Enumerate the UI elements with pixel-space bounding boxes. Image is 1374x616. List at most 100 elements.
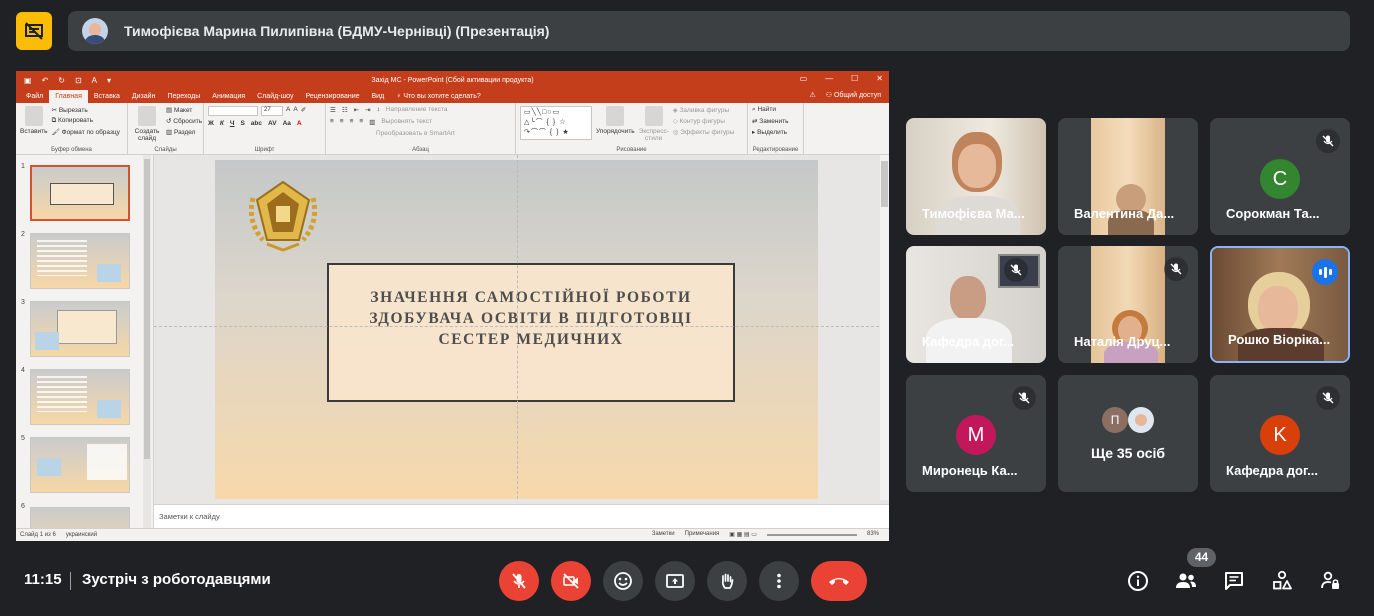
chat-button[interactable] [1222, 569, 1246, 593]
presenter-avatar [82, 18, 108, 44]
strike-icon: abc [250, 120, 262, 127]
guide-vertical [517, 155, 518, 499]
slide-thumbnail-2 [30, 233, 130, 289]
info-icon [1128, 571, 1148, 591]
more-options-button[interactable] [759, 561, 799, 601]
shrink-font-icon: A [293, 106, 298, 113]
group-name-font: Шрифт [254, 147, 275, 153]
font-family-box [208, 106, 258, 116]
present-off-icon [25, 22, 43, 40]
participant-avatar: M [956, 415, 996, 455]
participant-name: Тимофієва Ма... [922, 206, 1025, 221]
close-icon: ✕ [876, 74, 883, 83]
indent-decrease-icon: ⇤ [353, 107, 360, 114]
emoji-icon [614, 572, 632, 590]
thumb-number: 3 [21, 299, 25, 306]
align-left-icon: ≡ [330, 118, 334, 125]
participant-tile[interactable]: Кафедра дог... [906, 246, 1046, 363]
group-name-clipboard: Буфер обмена [51, 147, 92, 153]
slide-title: ЗНАЧЕННЯ САМОСТІЙНОЇ РОБОТИ ЗДОБУВАЧА ОС… [369, 289, 693, 348]
minimize-icon: — [825, 74, 834, 83]
numbering-icon: ☷ [341, 107, 348, 114]
group-name-slides: Слайды [154, 147, 177, 153]
zoom-slider [766, 534, 857, 536]
presentation-indicator[interactable] [16, 12, 52, 50]
meeting-title: Зустріч з роботодавцями [82, 571, 271, 588]
tab-design: Дизайн [131, 93, 156, 100]
host-controls-button[interactable] [1318, 569, 1342, 593]
participant-tile-speaking[interactable]: Рошко Віоріка... [1210, 246, 1350, 363]
meeting-details-button[interactable] [1126, 569, 1150, 593]
tab-review: Рецензирование [305, 93, 360, 100]
tab-insert: Вставка [93, 93, 120, 100]
lock-person-icon [1321, 571, 1339, 589]
participant-tile[interactable]: M Миронець Ка... [906, 375, 1046, 492]
participant-name: Миронець Ка... [922, 463, 1018, 478]
participant-tile[interactable]: Тимофієва Ма... [906, 118, 1046, 235]
more-participants-tile[interactable]: П Ще 35 осіб [1058, 375, 1198, 492]
mic-off-icon [1164, 257, 1188, 281]
quick-styles-icon [644, 106, 663, 126]
tab-home: Главная [49, 90, 88, 103]
participant-avatar: C [1260, 159, 1300, 199]
slide-thumbnail-3 [30, 301, 130, 357]
thumb-number: 4 [21, 367, 25, 374]
comments-toggle: Примечания [684, 531, 720, 537]
italic-icon: К [219, 120, 224, 127]
leave-call-button[interactable] [811, 561, 867, 601]
smartart-button: Преобразовать в SmartArt [376, 130, 455, 137]
participant-tile[interactable]: C Сорокман Та... [1210, 118, 1350, 235]
participant-tile[interactable]: K Кафедра дог... [1210, 375, 1350, 492]
tab-transitions: Переходы [167, 93, 201, 100]
mic-off-icon [1316, 386, 1340, 410]
view-buttons: ▣ ▦ ▤ ▭ [729, 532, 757, 538]
divider [70, 572, 71, 590]
paste-icon [24, 106, 43, 126]
align-right-icon: ≡ [349, 118, 354, 125]
ribbon-group-paragraph: ☰ ☷ ⇤ ⇥ ↕ Направление текста ≡ ≡ ≡ ≡ ▥ В… [326, 103, 516, 154]
camera-toggle-button[interactable] [551, 561, 591, 601]
participant-name: Наталія Друц... [1074, 334, 1171, 349]
raise-hand-button[interactable] [707, 561, 747, 601]
thumb-number: 6 [21, 503, 25, 510]
slide-thumbnail-1 [30, 165, 130, 221]
line-spacing-icon: ↕ [376, 106, 380, 113]
ribbon-display-icon: ▭ [799, 74, 808, 83]
participants-button[interactable] [1174, 569, 1198, 593]
section-button: ▥ Раздел [166, 129, 196, 136]
participant-tile[interactable]: Валентина Да... [1058, 118, 1198, 235]
cut-label: Вырезать [58, 107, 88, 114]
participant-tile[interactable]: Наталія Друц... [1058, 246, 1198, 363]
more-vert-icon [777, 573, 781, 589]
activities-button[interactable] [1270, 569, 1294, 593]
thumb-number: 2 [21, 231, 25, 238]
indent-increase-icon: ⇥ [365, 107, 371, 114]
shape-effects-button: ◎ Эффекты фигуры [672, 129, 735, 136]
align-text-button: Выровнять текст [381, 118, 432, 125]
format-painter-button: 🖌 Формат по образцу [51, 129, 120, 136]
people-count-badge: 44 [1187, 548, 1216, 567]
clear-format-icon: ✐ [300, 107, 307, 114]
ppt-status-bar: Слайд 1 из 6 украинский Заметки Примечан… [16, 528, 889, 541]
ribbon-group-editing: ⌕ Найти ⇄ Заменить ▸ Выделить Редактиров… [748, 103, 804, 154]
ppt-ribbon-tabs: Файл Главная Вставка Дизайн Переходы Ани… [16, 89, 889, 103]
ribbon-group-font: 27 A A ✐ Ж К Ч S abc AV Aa A Шрифт [204, 103, 326, 154]
present-screen-button[interactable] [655, 561, 695, 601]
share-button: ⚇ Общий доступ [825, 92, 881, 99]
shape-outline-label: Контур фигуры [679, 118, 725, 125]
speaking-indicator-icon [1312, 259, 1338, 285]
shape-fill-button: ◈ Заливка фигуры [672, 107, 730, 114]
slide-thumbnails-pane: 1 2 3 4 5 6 [16, 155, 154, 528]
font-size-box: 27 [261, 106, 283, 116]
microphone-toggle-button[interactable] [499, 561, 539, 601]
copy-label: Копировать [58, 117, 94, 124]
layout-button: ▤ Макет [166, 107, 193, 114]
hand-icon [721, 573, 734, 589]
reactions-button[interactable] [603, 561, 643, 601]
slide-counter: Слайд 1 из 6 [20, 532, 56, 538]
chat-icon [1225, 572, 1243, 590]
new-slide-icon [138, 106, 156, 126]
thumb-number: 5 [21, 435, 25, 442]
thumbnails-scrollbar [143, 155, 151, 528]
replace-label: Заменить [759, 118, 789, 125]
